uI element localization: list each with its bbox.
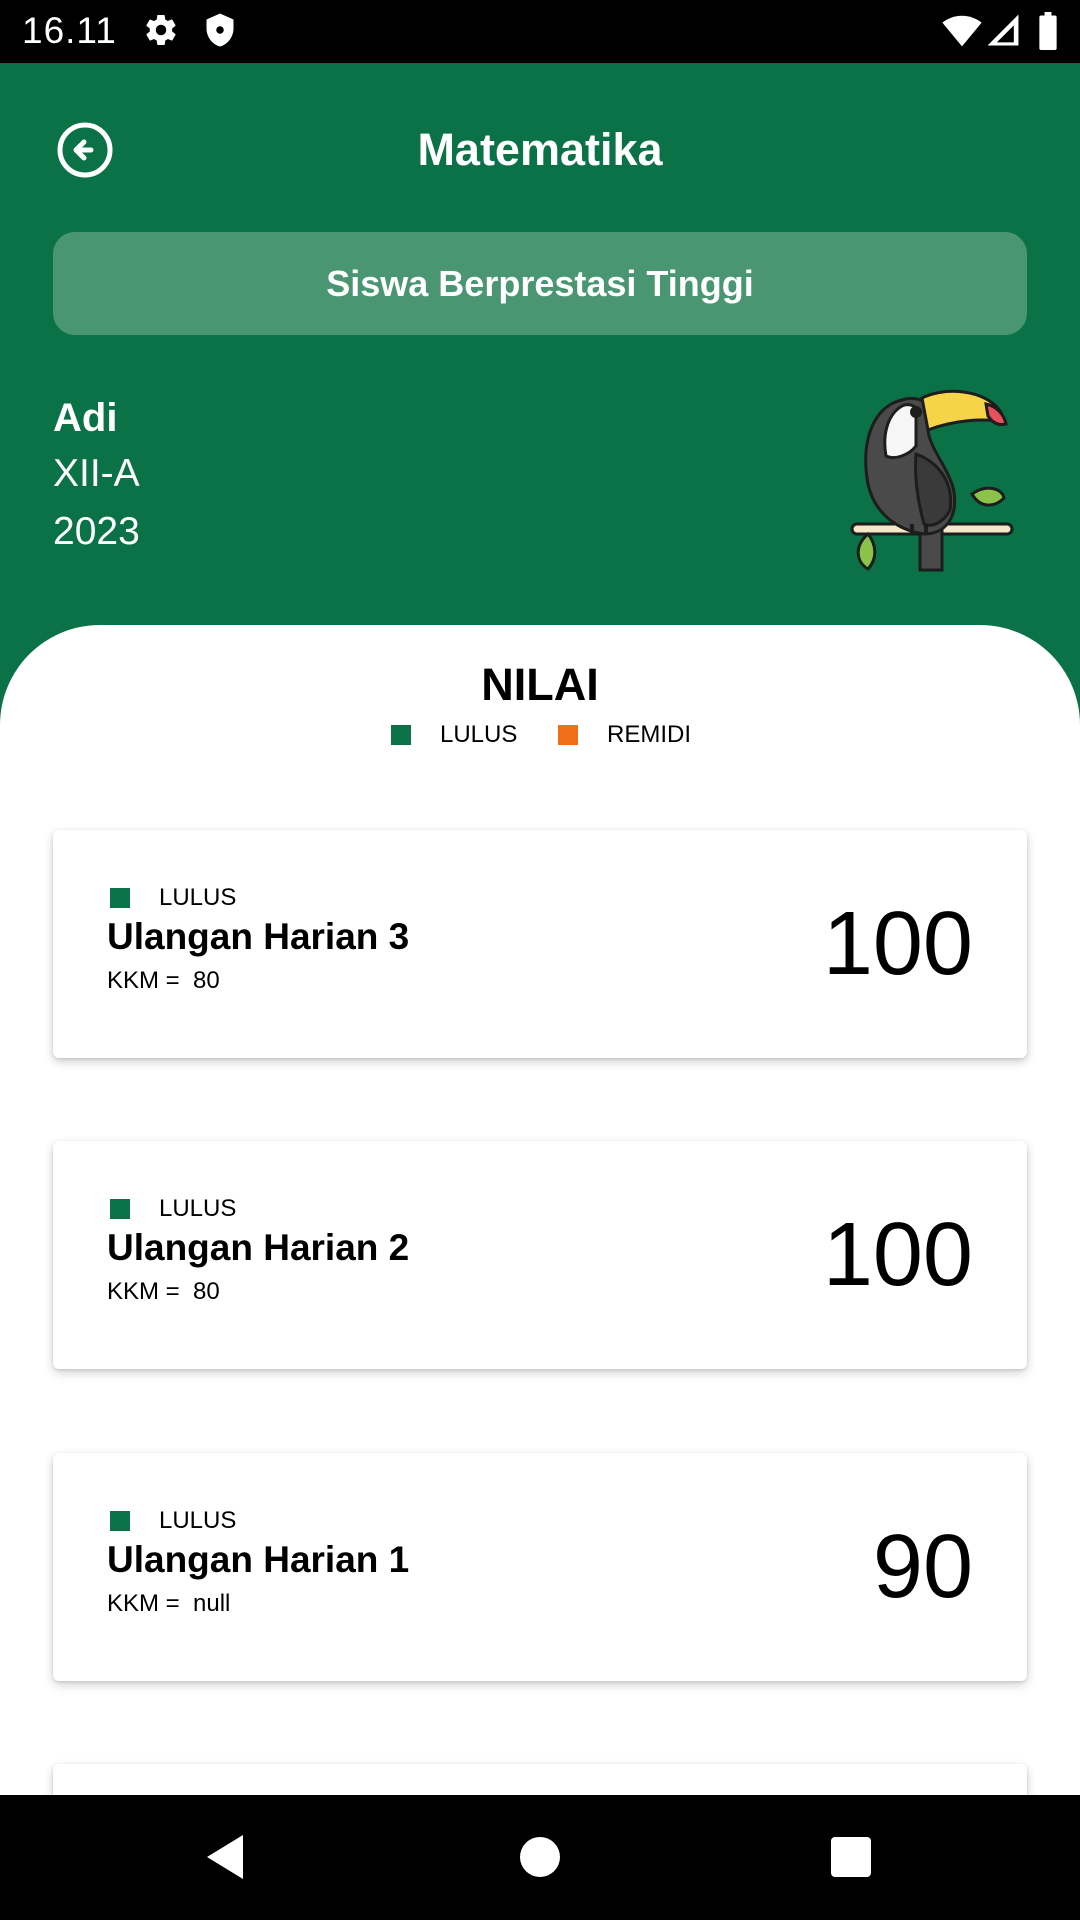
wifi-icon	[942, 15, 982, 47]
status-label: LULUS	[159, 884, 237, 911]
status-swatch	[110, 1199, 130, 1219]
score-card[interactable]: LULUS Ulangan Harian 3 KKM = 80 100	[53, 830, 1027, 1058]
score-card[interactable]: LULUS Ulangan Harian 1 KKM = null 90	[53, 1453, 1027, 1681]
status-label: LULUS	[159, 1507, 237, 1534]
grades-legend: LULUS REMIDI	[0, 718, 1080, 752]
assessment-name: Ulangan Harian 3	[107, 916, 410, 957]
grades-sheet: NILAI LULUS REMIDI LULUS Ulangan Harian …	[0, 625, 1080, 1795]
score-card[interactable]: LULUS Ulangan Harian 2 KKM = 80 100	[53, 1141, 1027, 1369]
student-year: 2023	[53, 510, 140, 553]
assessment-name: Ulangan Harian 1	[107, 1539, 410, 1580]
status-time: 16.11	[22, 10, 117, 51]
circle-home-icon	[520, 1837, 560, 1877]
shield-icon	[206, 13, 234, 47]
nav-home-button[interactable]	[510, 1827, 570, 1887]
student-name: Adi	[53, 396, 118, 440]
achiever-banner: Siswa Berprestasi Tinggi	[53, 232, 1027, 335]
kkm-label: KKM = null	[107, 1590, 231, 1617]
status-swatch	[110, 888, 130, 908]
settings-icon	[146, 15, 176, 46]
status-swatch	[110, 1511, 130, 1531]
kkm-label: KKM = 80	[107, 967, 220, 994]
navigation-bar	[0, 1795, 1080, 1920]
signal-icon	[987, 14, 1019, 46]
kkm-label: KKM = 80	[107, 1278, 220, 1305]
grades-title: NILAI	[481, 659, 599, 710]
nav-recents-button[interactable]	[820, 1827, 880, 1887]
legend-lulus-swatch	[391, 725, 411, 745]
toucan-icon	[850, 389, 1014, 572]
score-value: 100	[822, 1205, 973, 1305]
square-recents-icon	[831, 1837, 871, 1877]
triangle-back-icon	[207, 1835, 243, 1879]
score-card[interactable]	[53, 1764, 1027, 1795]
student-class: XII-A	[53, 452, 140, 495]
legend-lulus-label: LULUS	[440, 721, 518, 748]
score-value: 90	[872, 1517, 973, 1617]
legend-remidi-label: REMIDI	[607, 721, 691, 748]
score-value: 100	[822, 894, 973, 994]
status-bar: 16.11	[0, 0, 1080, 63]
nav-back-button[interactable]	[195, 1827, 255, 1887]
legend-remidi-swatch	[558, 725, 578, 745]
status-label: LULUS	[159, 1195, 237, 1222]
battery-icon	[1039, 12, 1057, 50]
page-title: Matematika	[417, 124, 663, 175]
assessment-name: Ulangan Harian 2	[107, 1227, 410, 1268]
